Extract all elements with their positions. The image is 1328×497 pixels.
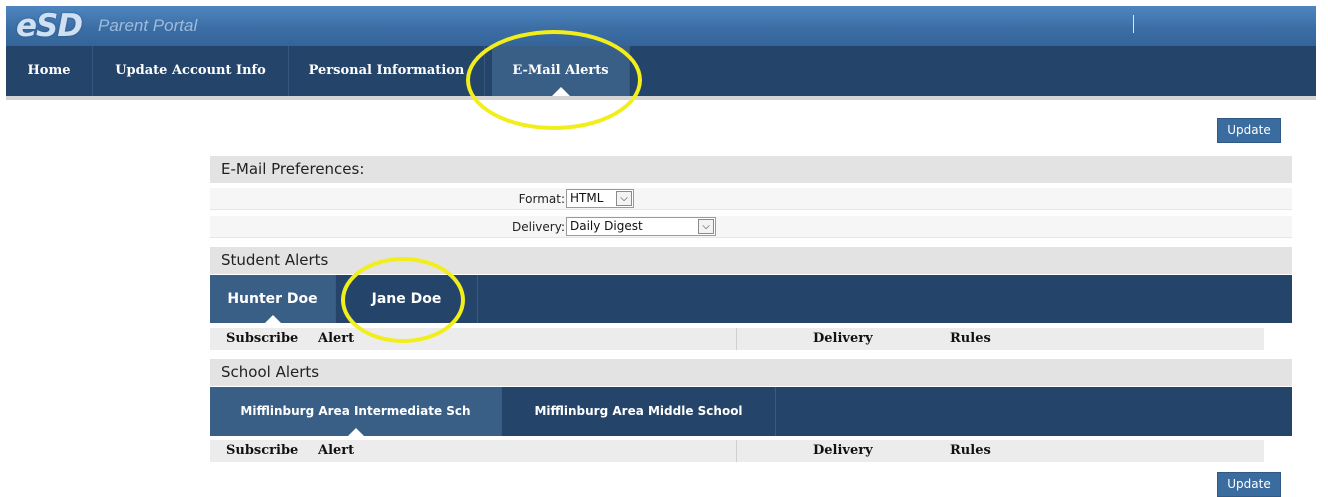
tab-update-account-info[interactable]: Update Account Info	[93, 46, 289, 96]
school-alerts-table-header: Subscribe Alert Delivery Rules	[210, 440, 1264, 462]
column-delivery: Delivery	[813, 443, 873, 458]
student-tab-label: Jane Doe	[371, 291, 442, 307]
column-subscribe: Subscribe	[226, 443, 299, 458]
tab-student-hunter-doe[interactable]: Hunter Doe	[210, 275, 336, 324]
student-alerts-header: Student Alerts	[210, 247, 1292, 274]
column-subscribe: Subscribe	[226, 331, 299, 346]
school-tabs: Mifflinburg Area Intermediate Sch Miffli…	[210, 387, 1292, 437]
banner-divider	[1133, 15, 1134, 33]
tab-personal-information[interactable]: Personal Information	[289, 46, 485, 96]
chevron-down-icon: ⌵	[616, 191, 632, 206]
active-tab-pointer	[346, 428, 365, 437]
student-alerts-table-header: Subscribe Alert Delivery Rules	[210, 328, 1264, 350]
email-preferences-header: E-Mail Preferences:	[210, 156, 1292, 183]
school-alerts-header: School Alerts	[210, 359, 1292, 386]
tab-home[interactable]: Home	[6, 46, 93, 96]
column-divider	[736, 328, 737, 350]
nav-underline	[6, 96, 1316, 100]
student-tabs: Hunter Doe Jane Doe	[210, 275, 1292, 324]
student-tab-label: Hunter Doe	[227, 291, 318, 307]
tab-email-alerts[interactable]: E-Mail Alerts	[492, 46, 630, 97]
school-tab-label: Mifflinburg Area Intermediate Sch	[240, 404, 471, 418]
active-tab-pointer	[263, 315, 282, 324]
column-rules: Rules	[950, 331, 991, 346]
tab-email-alerts-label: E-Mail Alerts	[512, 63, 609, 78]
format-label: Format:	[518, 192, 565, 206]
student-alerts-title: Student Alerts	[221, 251, 329, 269]
tab-update-account-info-label: Update Account Info	[115, 63, 266, 78]
chevron-down-icon: ⌵	[698, 219, 714, 234]
tab-school-intermediate[interactable]: Mifflinburg Area Intermediate Sch	[210, 387, 502, 437]
school-tab-label: Mifflinburg Area Middle School	[534, 404, 743, 418]
school-alerts-title: School Alerts	[221, 363, 320, 381]
delivery-row: Delivery: Daily Digest ⌵	[210, 216, 1292, 238]
delivery-select[interactable]: Daily Digest ⌵	[566, 217, 716, 236]
column-rules: Rules	[950, 443, 991, 458]
column-delivery: Delivery	[813, 331, 873, 346]
format-select[interactable]: HTML ⌵	[566, 189, 634, 208]
update-button-top[interactable]: Update	[1217, 118, 1281, 143]
column-divider	[736, 440, 737, 462]
format-select-value: HTML	[570, 191, 604, 205]
tab-student-jane-doe[interactable]: Jane Doe	[336, 275, 478, 323]
tab-home-label: Home	[27, 63, 71, 78]
main-nav: Home Update Account Info Personal Inform…	[6, 46, 1316, 97]
column-alert: Alert	[318, 331, 355, 346]
update-button-label: Update	[1227, 123, 1271, 137]
tab-personal-information-label: Personal Information	[308, 63, 465, 78]
update-button-bottom[interactable]: Update	[1217, 472, 1281, 497]
format-row: Format: HTML ⌵	[210, 188, 1292, 210]
email-preferences-title: E-Mail Preferences:	[221, 160, 365, 178]
esd-logo: eSD	[16, 8, 83, 44]
update-button-label: Update	[1227, 477, 1271, 491]
delivery-select-value: Daily Digest	[570, 219, 643, 233]
delivery-label: Delivery:	[512, 220, 565, 234]
app-banner: eSD Parent Portal	[6, 6, 1316, 46]
tab-school-middle[interactable]: Mifflinburg Area Middle School	[502, 387, 776, 436]
column-alert: Alert	[318, 443, 355, 458]
portal-title: Parent Portal	[98, 16, 198, 35]
